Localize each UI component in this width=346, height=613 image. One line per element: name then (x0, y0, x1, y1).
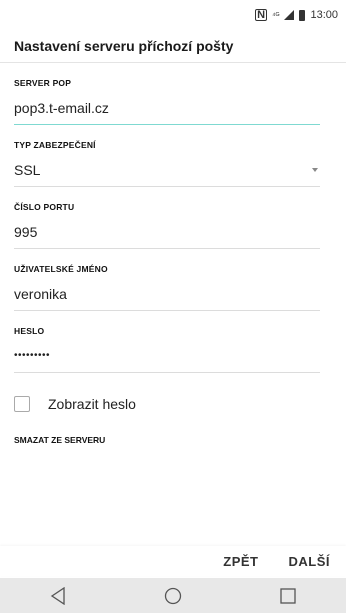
nfc-icon: N (255, 9, 268, 21)
dropdown-arrow-icon (312, 168, 318, 172)
show-password-row[interactable]: Zobrazit heslo (0, 391, 346, 417)
security-type-select[interactable]: SSL (14, 160, 320, 187)
show-password-label: Zobrazit heslo (48, 396, 136, 412)
back-button[interactable]: ZPĚT (223, 554, 258, 569)
server-pop-label: SERVER POP (14, 78, 72, 88)
next-button[interactable]: DALŠÍ (289, 554, 331, 569)
status-bar: N ⁴ᴳ 13:00 (0, 0, 346, 30)
action-bar: ZPĚT DALŠÍ (0, 546, 346, 576)
security-type-value: SSL (14, 162, 41, 178)
show-password-checkbox[interactable] (14, 396, 30, 412)
port-input[interactable]: 995 (14, 222, 320, 249)
system-navigation-bar (0, 578, 346, 613)
battery-icon (299, 9, 306, 21)
server-pop-input[interactable]: pop3.t-email.cz (14, 98, 320, 125)
incoming-server-form: SERVER POP pop3.t-email.cz TYP ZABEZPEČE… (0, 78, 346, 373)
back-triangle-icon[interactable] (46, 584, 70, 608)
port-label: ČÍSLO PORTU (14, 202, 75, 212)
password-label: HESLO (14, 326, 45, 336)
hd-signal-icon: ⁴ᴳ (272, 10, 280, 20)
delete-from-server-label: SMAZAT ZE SERVERU (14, 435, 106, 445)
recents-square-icon[interactable] (276, 584, 300, 608)
username-input[interactable]: veronika (14, 284, 320, 311)
clock: 13:00 (310, 9, 338, 21)
home-circle-icon[interactable] (161, 584, 185, 608)
page-title: Nastavení serveru příchozí pošty (0, 30, 346, 63)
signal-icon (284, 10, 295, 20)
username-label: UŽIVATELSKÉ JMÉNO (14, 264, 108, 274)
security-type-label: TYP ZABEZPEČENÍ (14, 140, 96, 150)
password-input[interactable]: ••••••••• (14, 346, 320, 373)
